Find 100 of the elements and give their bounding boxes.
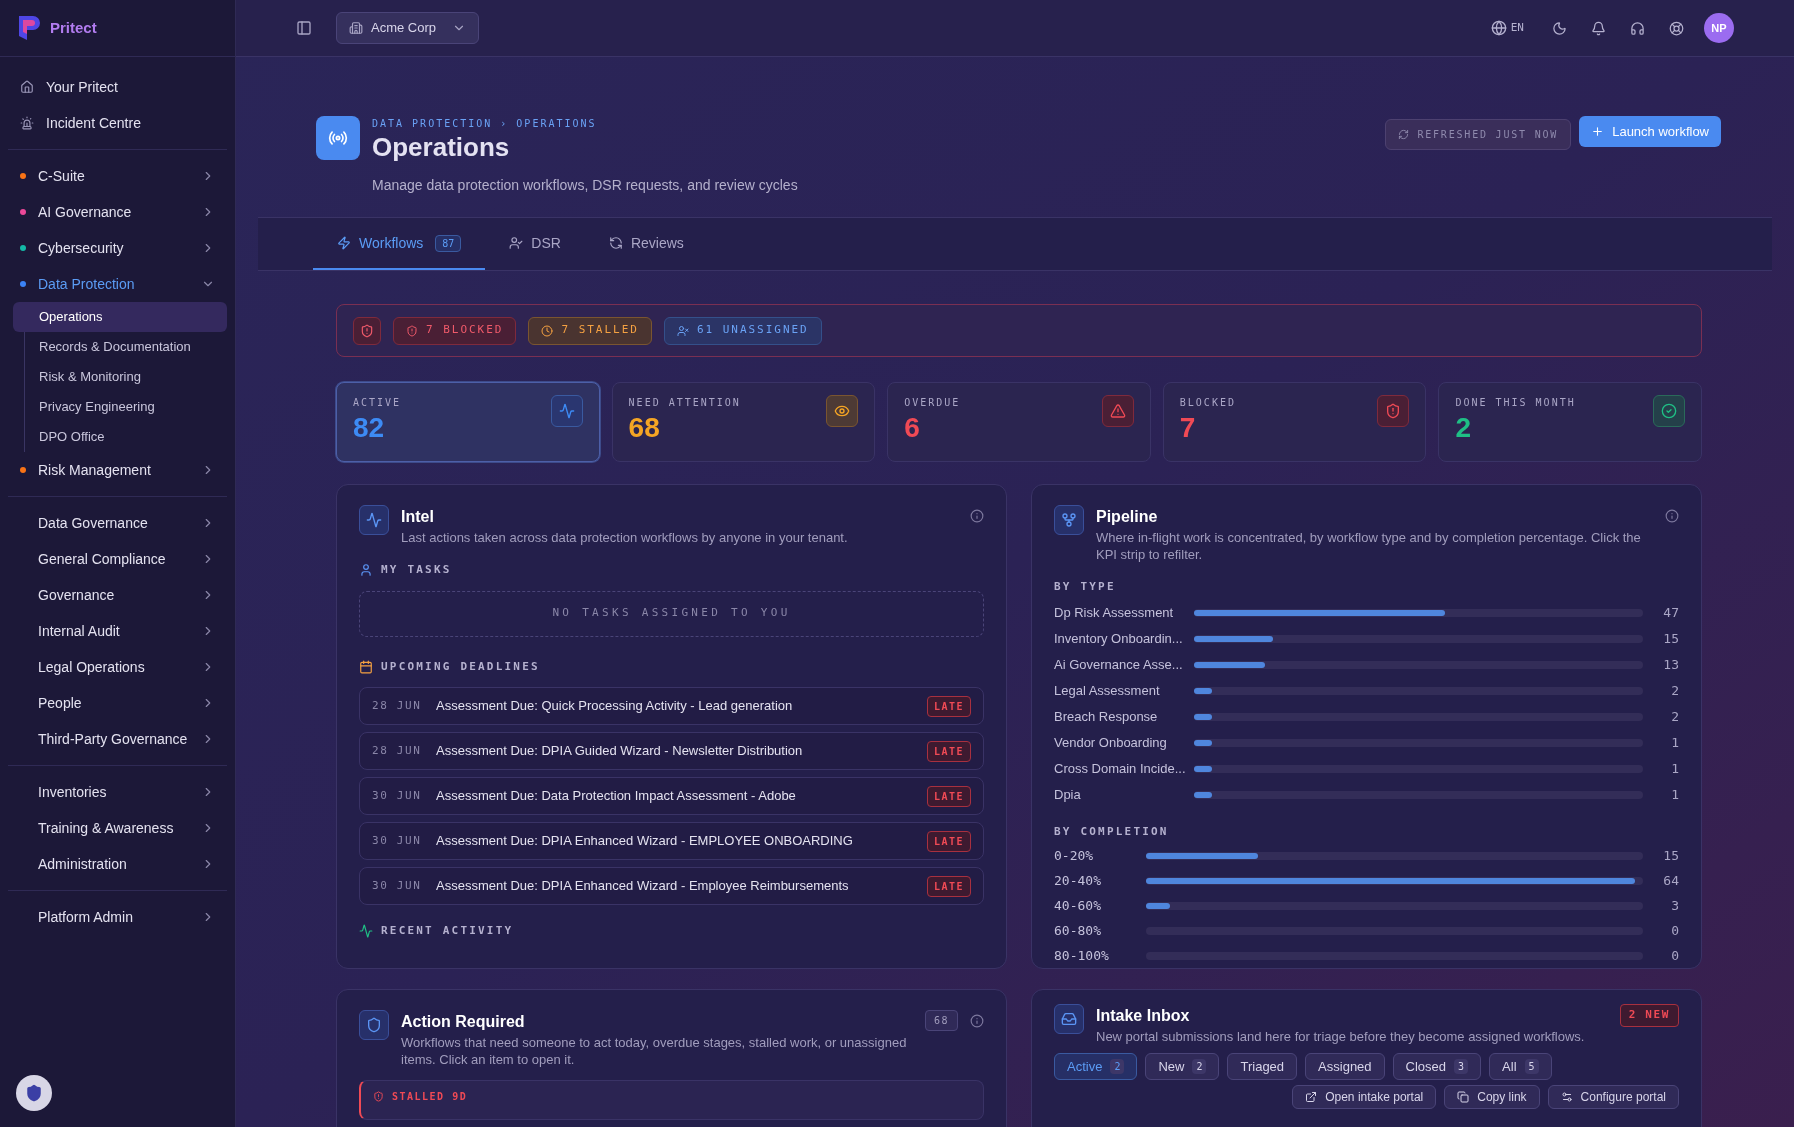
kpi-icon	[1101, 395, 1134, 427]
nav-group[interactable]: Internal Audit	[8, 613, 227, 649]
late-badge: LATE	[926, 695, 971, 717]
kpi-card[interactable]: ACTIVE 82	[336, 382, 600, 462]
deadline-row[interactable]: 28 JUN Assessment Due: Quick Processing Activity - Lead generation LATE	[359, 687, 984, 725]
breadcrumb-separator: ›	[500, 117, 509, 131]
nav-subitem[interactable]: Risk & Monitoring	[13, 362, 227, 392]
nav-subitem[interactable]: Operations	[13, 302, 227, 332]
deadline-row[interactable]: 28 JUN Assessment Due: DPIA Guided Wizard - Newsletter Distribution LATE	[359, 732, 984, 770]
deadline-row[interactable]: 30 JUN Assessment Due: DPIA Enhanced Wizard - Employee Reimbursements LATE	[359, 867, 984, 905]
panel-description: New portal submissions land here for triage before they become assigned workflows.	[1096, 1028, 1586, 1045]
support-icon[interactable]	[1630, 20, 1645, 36]
bar-label: Dpia	[1054, 785, 1082, 804]
help-icon[interactable]	[1669, 20, 1684, 36]
nav-group[interactable]: Data Governance	[8, 505, 227, 541]
branch-icon	[1054, 505, 1084, 535]
info-icon[interactable]	[1665, 509, 1679, 523]
bar-label: 40-60%	[1054, 897, 1102, 916]
tab[interactable]: Reviews	[584, 218, 708, 270]
nav-group[interactable]: AI Governance	[8, 194, 227, 230]
nav-group[interactable]: C-Suite	[8, 158, 227, 194]
theme-icon[interactable]	[1552, 20, 1567, 36]
tab[interactable]: DSR	[485, 218, 585, 270]
filter-chip[interactable]: Closed 3	[1392, 1053, 1482, 1080]
action-item-label: STALLED 9D	[392, 1090, 468, 1104]
section-heading: BY TYPE	[1054, 579, 1117, 595]
sidebar-toggle-icon[interactable]	[296, 20, 312, 36]
section-heading: MY TASKS	[381, 562, 452, 578]
filter-chip[interactable]: Active 2	[1054, 1053, 1138, 1080]
nav-group[interactable]: Training & Awareness	[8, 810, 227, 846]
portal-button[interactable]: Configure portal	[1547, 1085, 1679, 1109]
bar-label: Breach Response	[1054, 707, 1159, 726]
nav-group[interactable]: Cybersecurity	[8, 230, 227, 266]
refresh-status-button[interactable]: REFRESHED JUST NOW	[1385, 119, 1572, 150]
nav-group[interactable]: People	[8, 685, 227, 721]
breadcrumb-link[interactable]: OPERATIONS	[516, 116, 597, 131]
shield-alert-icon	[406, 324, 418, 337]
nav-subitem[interactable]: DPO Office	[13, 422, 227, 452]
kpi-value: 7	[1179, 411, 1197, 445]
deadline-date: 30 JUN	[372, 787, 423, 804]
lightning-icon	[337, 236, 351, 250]
external-link-icon	[1305, 1091, 1318, 1103]
bar-label: Ai Governance Asse...	[1054, 655, 1184, 674]
nav-group[interactable]: General Compliance	[8, 541, 227, 577]
panel-description: Last actions taken across data protection workflows by anyone in your tenant.	[401, 529, 849, 546]
portal-button[interactable]: Open intake portal	[1292, 1085, 1437, 1109]
bar-value: 13	[1662, 655, 1679, 674]
calendar-icon	[359, 659, 373, 674]
nav-link[interactable]: Your Pritect	[8, 69, 227, 105]
bar-value: 15	[1662, 847, 1679, 866]
nav-group[interactable]: Legal Operations	[8, 649, 227, 685]
sliders-icon	[1560, 1091, 1573, 1103]
shield-icon	[359, 1010, 389, 1040]
info-icon[interactable]	[970, 509, 984, 523]
nav-group[interactable]: Governance	[8, 577, 227, 613]
kpi-card[interactable]: OVERDUE 6	[887, 382, 1151, 462]
language-selector[interactable]: EN	[1490, 19, 1524, 37]
user-avatar[interactable]: NP	[1704, 13, 1734, 43]
clock-icon	[541, 324, 554, 337]
filter-chip[interactable]: New 2	[1145, 1053, 1220, 1080]
alert-chip[interactable]: 61 UNASSIGNED	[663, 316, 822, 345]
nav-group[interactable]: Data Protection	[8, 266, 227, 302]
nav-group[interactable]: Third-Party Governance	[8, 721, 227, 757]
nav-group[interactable]: Platform Admin	[8, 899, 227, 935]
kpi-card[interactable]: BLOCKED 7	[1162, 382, 1427, 462]
bar-label: 0-20%	[1054, 847, 1095, 866]
kpi-icon	[826, 395, 859, 427]
bar-label: Legal Assessment	[1054, 681, 1161, 700]
late-badge: LATE	[926, 830, 971, 852]
home-icon	[20, 80, 34, 94]
kpi-value: 6	[904, 411, 921, 445]
nav-link[interactable]: Incident Centre	[8, 105, 227, 141]
deadline-row[interactable]: 30 JUN Assessment Due: Data Protection Impact Assessment - Adobe LATE	[359, 777, 984, 815]
breadcrumb-link[interactable]: DATA PROTECTION	[372, 116, 493, 131]
bar-value: 47	[1662, 603, 1679, 622]
filter-chip[interactable]: Triaged	[1227, 1053, 1298, 1080]
alert-chip[interactable]: 7 STALLED	[528, 316, 652, 345]
kpi-label: OVERDUE	[904, 396, 961, 410]
refresh-icon	[608, 236, 623, 250]
copy-icon	[1457, 1091, 1470, 1103]
organization-selector[interactable]: Acme Corp	[336, 12, 480, 44]
kpi-card[interactable]: NEED ATTENTION 68	[611, 382, 876, 462]
filter-chip[interactable]: Assigned	[1305, 1053, 1385, 1080]
panel-description: Workflows that need someone to act today, overdue stages, stalled work, or unassigned items. Click an item to open it.	[401, 1034, 908, 1068]
filter-chip[interactable]: All 5	[1489, 1053, 1552, 1080]
deadline-row[interactable]: 30 JUN Assessment Due: DPIA Enhanced Wizard - EMPLOYEE ONBOARDING LATE	[359, 822, 984, 860]
portal-button[interactable]: Copy link	[1444, 1085, 1540, 1109]
tab[interactable]: Workflows 87	[313, 218, 486, 270]
kpi-card[interactable]: DONE THIS MONTH 2	[1438, 382, 1702, 462]
nav-group[interactable]: Risk Management	[8, 452, 227, 488]
action-item[interactable]: STALLED 9D	[359, 1080, 984, 1120]
nav-group[interactable]: Inventories	[8, 774, 227, 810]
deadline-date: 30 JUN	[372, 832, 423, 849]
info-icon[interactable]	[970, 1014, 984, 1028]
nav-group[interactable]: Administration	[8, 846, 227, 882]
notifications-icon[interactable]	[1591, 20, 1606, 36]
alert-chip[interactable]: 7 BLOCKED	[393, 316, 517, 345]
help-icon[interactable]	[16, 1075, 52, 1111]
nav-subitem[interactable]: Privacy Engineering	[13, 392, 227, 422]
nav-subitem[interactable]: Records & Documentation	[13, 332, 227, 362]
